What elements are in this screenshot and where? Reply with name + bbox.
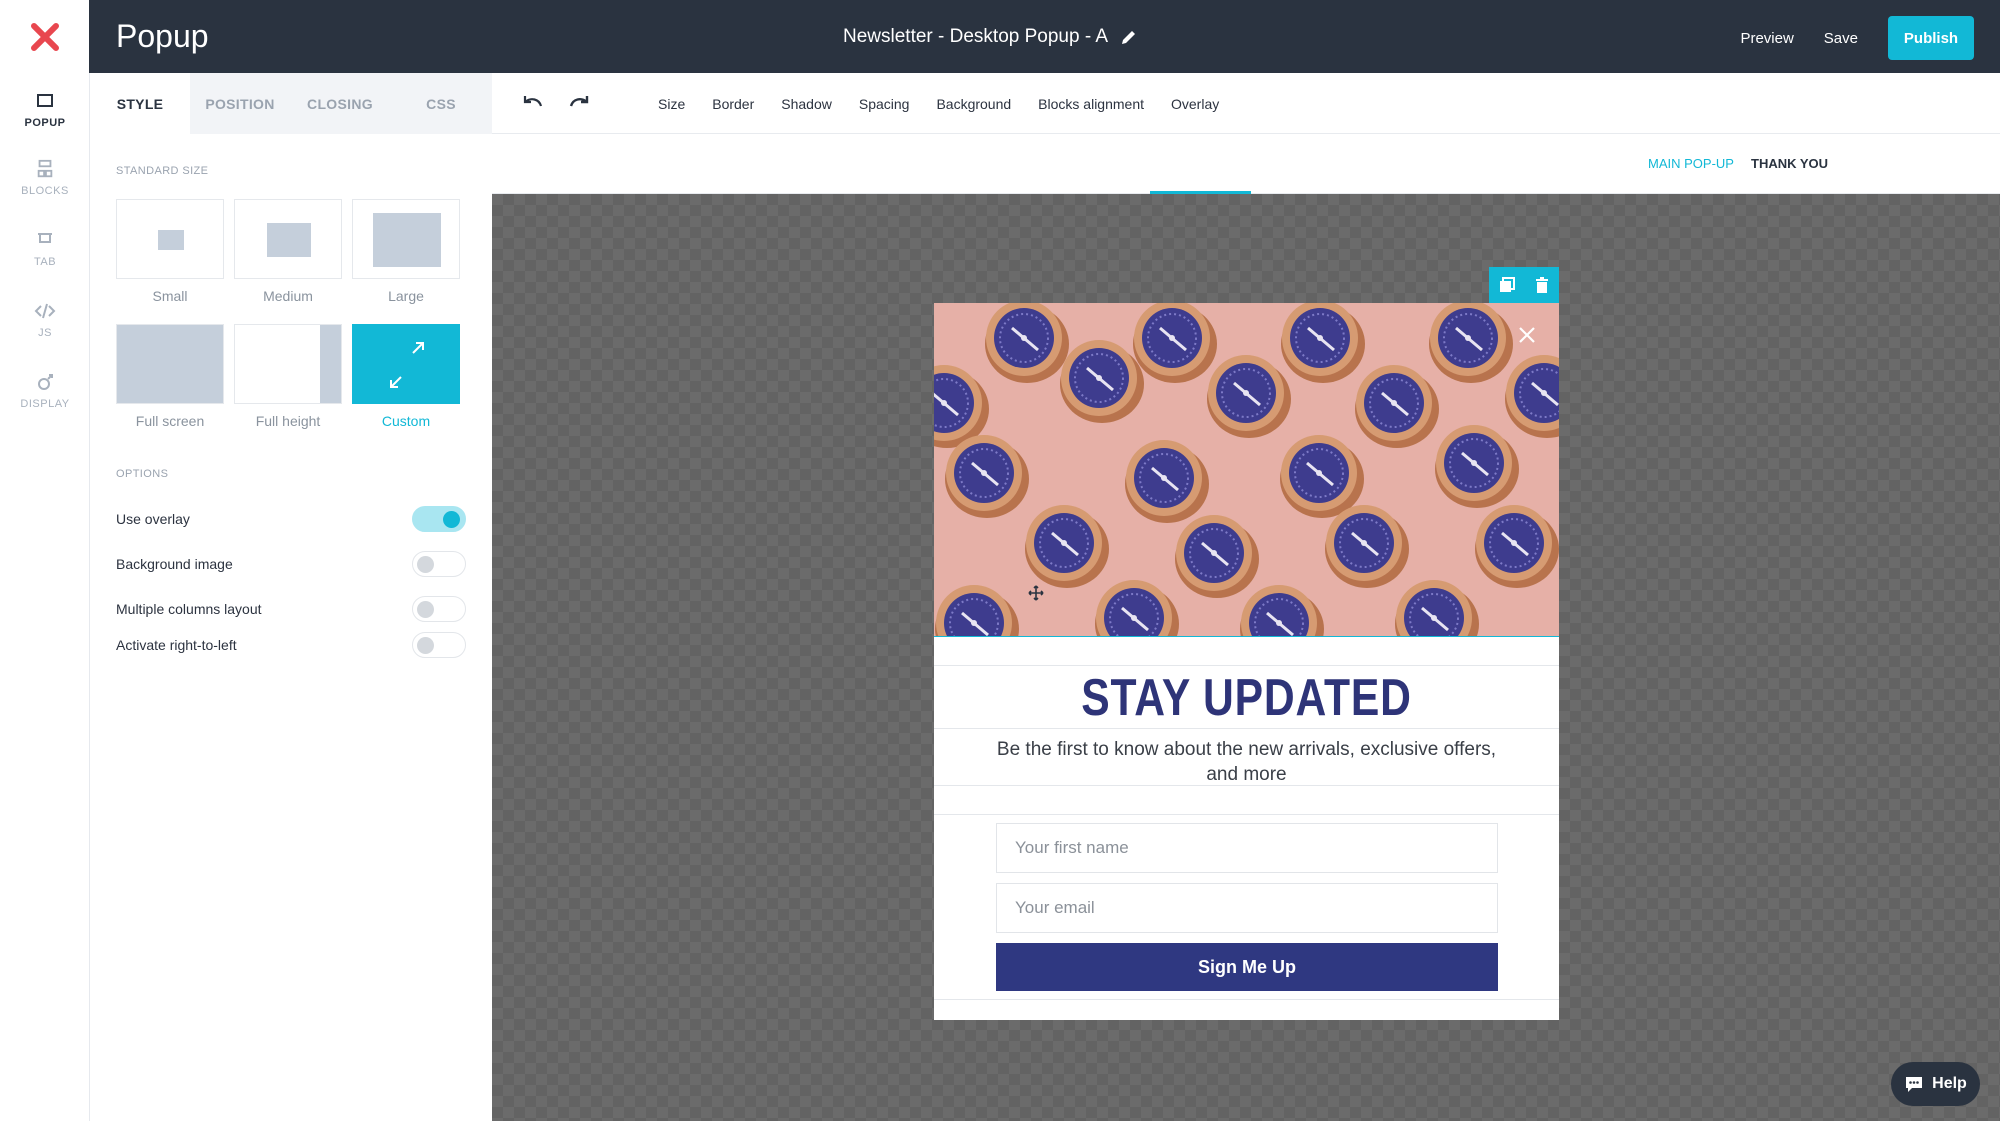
tab-style[interactable]: STYLE: [90, 73, 190, 134]
toolbar-border[interactable]: Border: [712, 96, 754, 112]
popup-view-tabs: MAIN POP-UP THANK YOU: [492, 134, 2000, 194]
trash-icon[interactable]: [1535, 277, 1549, 293]
size-custom[interactable]: [352, 324, 460, 404]
display-icon: [38, 374, 53, 390]
size-label-custom: Custom: [381, 413, 431, 429]
toolbar-size[interactable]: Size: [658, 96, 685, 112]
size-small[interactable]: [116, 199, 224, 279]
block-toolbar: [1489, 267, 1559, 303]
use-overlay-toggle[interactable]: [412, 506, 466, 532]
expand-icon: [390, 342, 424, 388]
help-label: Help: [1932, 1075, 1967, 1092]
size-full-height[interactable]: [234, 324, 342, 404]
size-label-large: Large: [388, 288, 424, 304]
popup-preview[interactable]: STAY UPDATED Be the first to know about …: [934, 303, 1559, 1020]
options-label: OPTIONS: [116, 468, 169, 480]
left-rail: POPUP BLOCKS TAB JS DISPLAY: [0, 73, 90, 1121]
duplicate-icon[interactable]: [1499, 277, 1515, 293]
size-label-full-height: Full height: [255, 413, 321, 429]
email-field[interactable]: Your email: [996, 883, 1498, 933]
toolbar-spacing[interactable]: Spacing: [859, 96, 910, 112]
popup-subtext[interactable]: Be the first to know about the new arriv…: [994, 737, 1499, 787]
settings-panel: STYLE POSITION CLOSING CSS STANDARD SIZE…: [90, 73, 492, 1121]
save-button[interactable]: Save: [1824, 30, 1858, 47]
size-full-screen[interactable]: [116, 324, 224, 404]
tab-css[interactable]: CSS: [390, 73, 492, 134]
rail-label: JS: [38, 327, 52, 339]
document-title-text: Newsletter - Desktop Popup - A: [843, 26, 1109, 47]
rail-label: POPUP: [24, 117, 66, 129]
first-name-field[interactable]: Your first name: [996, 823, 1498, 873]
publish-button[interactable]: Publish: [1888, 16, 1974, 60]
app-logo[interactable]: [0, 0, 89, 73]
background-image-toggle[interactable]: [412, 551, 466, 577]
toolbar-shadow[interactable]: Shadow: [781, 96, 832, 112]
option-background-image: Background image: [116, 549, 466, 579]
undo-icon[interactable]: [520, 91, 546, 113]
rail-item-blocks[interactable]: BLOCKS: [0, 159, 90, 197]
chat-icon: [1906, 1077, 1923, 1092]
size-large[interactable]: [352, 199, 460, 279]
option-right-to-left: Activate right-to-left: [116, 630, 466, 660]
top-bar: Popup Newsletter - Desktop Popup - A Pre…: [0, 0, 2000, 73]
option-label: Background image: [116, 556, 233, 572]
block-divider: [934, 636, 1559, 637]
rail-item-popup[interactable]: POPUP: [0, 91, 90, 129]
size-medium[interactable]: [234, 199, 342, 279]
toolbar-background[interactable]: Background: [936, 96, 1011, 112]
close-icon[interactable]: [1517, 325, 1537, 345]
size-label-full-screen: Full screen: [135, 413, 205, 429]
document-title[interactable]: Newsletter - Desktop Popup - A: [843, 26, 1138, 48]
block-divider: [934, 999, 1559, 1000]
right-to-left-toggle[interactable]: [412, 632, 466, 658]
tab-position[interactable]: POSITION: [190, 73, 290, 134]
move-cursor-icon: [1028, 585, 1044, 601]
option-multiple-columns: Multiple columns layout: [116, 594, 466, 624]
pencil-icon[interactable]: [1120, 28, 1138, 46]
help-button[interactable]: Help: [1891, 1062, 1980, 1106]
blocks-icon: [37, 159, 53, 178]
block-divider: [934, 814, 1559, 815]
toolbar-blocks-alignment[interactable]: Blocks alignment: [1038, 96, 1144, 112]
option-label: Activate right-to-left: [116, 637, 237, 653]
rail-item-tab[interactable]: TAB: [0, 230, 90, 268]
app-title: Popup: [116, 18, 209, 54]
tab-thank-you[interactable]: THANK YOU: [1751, 156, 1828, 171]
code-icon: [34, 303, 56, 319]
preview-button[interactable]: Preview: [1740, 30, 1793, 47]
panel-tabs: STYLE POSITION CLOSING CSS: [90, 73, 492, 134]
tab-icon: [38, 233, 52, 243]
tab-closing[interactable]: CLOSING: [290, 73, 390, 134]
standard-size-label: STANDARD SIZE: [116, 165, 209, 177]
rail-label: BLOCKS: [21, 185, 69, 197]
rail-item-js[interactable]: JS: [0, 301, 90, 339]
editor-toolbar: Size Border Shadow Spacing Background Bl…: [492, 73, 2000, 134]
block-divider: [934, 665, 1559, 666]
option-label: Multiple columns layout: [116, 601, 262, 617]
popup-icon: [37, 94, 53, 107]
block-divider: [934, 728, 1559, 729]
redo-icon[interactable]: [566, 91, 592, 113]
size-label-medium: Medium: [263, 288, 313, 304]
rail-label: TAB: [33, 256, 57, 268]
option-use-overlay: Use overlay: [116, 504, 466, 534]
option-label: Use overlay: [116, 511, 190, 527]
size-label-small: Small: [152, 288, 188, 304]
logo-icon: [30, 22, 59, 51]
popup-heading[interactable]: STAY UPDATED: [990, 668, 1503, 728]
rail-item-display[interactable]: DISPLAY: [0, 372, 90, 410]
multiple-columns-toggle[interactable]: [412, 596, 466, 622]
sign-up-button[interactable]: Sign Me Up: [996, 943, 1498, 991]
rail-label: DISPLAY: [20, 398, 70, 410]
tab-main-popup[interactable]: MAIN POP-UP: [1648, 156, 1734, 171]
toolbar-overlay[interactable]: Overlay: [1171, 96, 1219, 112]
